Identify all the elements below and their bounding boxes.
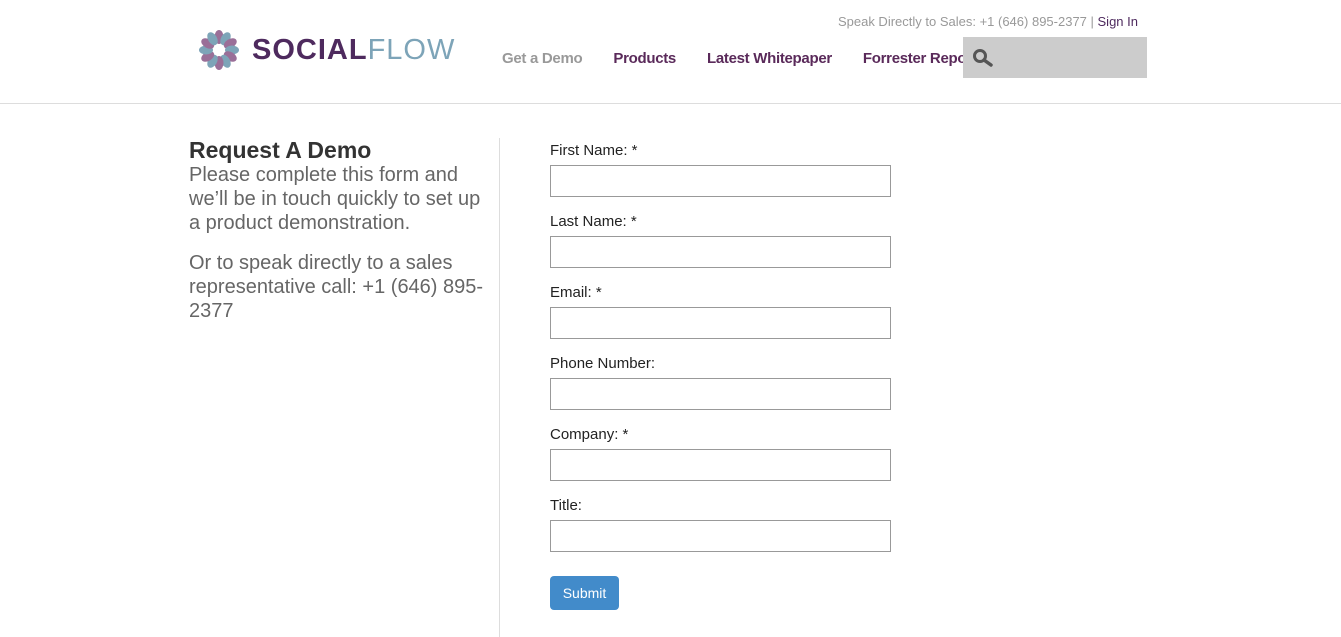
sign-in-link[interactable]: Sign In — [1098, 14, 1138, 29]
nav-get-a-demo[interactable]: Get a Demo — [502, 50, 583, 67]
logo-flower-icon — [199, 30, 239, 70]
main-nav: Get a Demo Products Latest Whitepaper Fo… — [502, 50, 963, 67]
phone-label: Phone Number: — [550, 355, 656, 372]
last-name-input[interactable] — [550, 236, 891, 268]
phone-input[interactable] — [550, 378, 891, 410]
page-title: Request A Demo — [189, 137, 372, 163]
title-input[interactable] — [550, 520, 891, 552]
search-box[interactable] — [963, 37, 1147, 78]
first-name-input[interactable] — [550, 165, 891, 197]
divider — [499, 138, 500, 637]
first-name-label: First Name: * — [550, 142, 638, 159]
logo-wordmark: SOCIALFLOW — [252, 33, 456, 66]
sales-contact: Speak Directly to Sales: +1 (646) 895-23… — [837, 14, 1138, 29]
search-icon[interactable] — [973, 49, 993, 67]
title-label: Title: — [550, 497, 582, 514]
intro-text: Please complete this form and we’ll be i… — [189, 164, 481, 234]
email-label: Email: * — [550, 284, 602, 301]
last-name-label: Last Name: * — [550, 213, 637, 230]
nav-forrester-report[interactable]: Forrester Report — [863, 50, 963, 67]
logo[interactable]: SOCIALFLOW — [198, 29, 455, 71]
nav-latest-whitepaper[interactable]: Latest Whitepaper — [707, 50, 832, 67]
submit-button[interactable]: Submit — [550, 576, 619, 610]
nav-products[interactable]: Products — [613, 50, 676, 67]
sales-text: Or to speak directly to a sales represen… — [189, 252, 484, 322]
intro: Request A Demo Please complete this form… — [189, 137, 489, 339]
email-input[interactable] — [550, 307, 891, 339]
header: SOCIALFLOW Speak Directly to Sales: +1 (… — [0, 0, 1341, 104]
demo-form: First Name: * Last Name: * Email: * Phon… — [550, 142, 891, 610]
company-label: Company: * — [550, 426, 629, 443]
company-input[interactable] — [550, 449, 891, 481]
